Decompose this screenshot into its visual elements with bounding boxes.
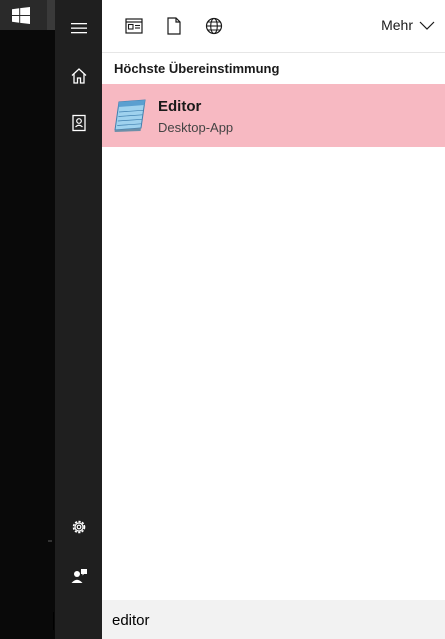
settings-button[interactable]	[55, 507, 102, 547]
web-filter-button[interactable]	[202, 14, 226, 38]
result-title: Editor	[158, 98, 202, 115]
taskbar-divider	[48, 540, 52, 542]
result-subtitle: Desktop-App	[158, 120, 234, 135]
documents-filter-button[interactable]	[162, 14, 186, 38]
chevron-down-icon	[419, 21, 435, 30]
search-input[interactable]	[112, 609, 432, 631]
more-filters-button[interactable]: Mehr	[381, 17, 435, 33]
notebook-icon	[71, 114, 86, 132]
hamburger-menu-icon	[70, 23, 87, 34]
feedback-icon	[71, 569, 87, 583]
notepad-icon	[114, 99, 146, 132]
best-match-result[interactable]: Editor Desktop-App	[102, 84, 445, 147]
more-filters-label: Mehr	[381, 17, 413, 33]
home-icon	[71, 68, 86, 84]
apps-filter-icon	[125, 18, 143, 34]
taskbar-overflow-indicator	[47, 0, 55, 30]
home-button[interactable]	[55, 56, 102, 96]
feedback-button[interactable]	[55, 556, 102, 596]
best-match-heading: Höchste Übereinstimmung	[114, 61, 280, 76]
settings-icon	[72, 520, 85, 534]
search-nav-rail	[55, 0, 102, 639]
text-caret	[53, 612, 54, 630]
documents-filter-icon	[167, 17, 181, 35]
taskbar	[0, 0, 55, 639]
search-filter-toolbar: Mehr	[102, 0, 445, 53]
search-box[interactable]	[102, 600, 445, 639]
web-filter-icon	[205, 17, 223, 35]
search-results-panel: Mehr Höchste Übereinstimmung Editor Desk…	[102, 0, 445, 639]
notebook-button[interactable]	[55, 103, 102, 143]
windows-logo-icon	[12, 7, 30, 24]
hamburger-menu-button[interactable]	[55, 8, 102, 48]
apps-filter-button[interactable]	[122, 14, 146, 38]
